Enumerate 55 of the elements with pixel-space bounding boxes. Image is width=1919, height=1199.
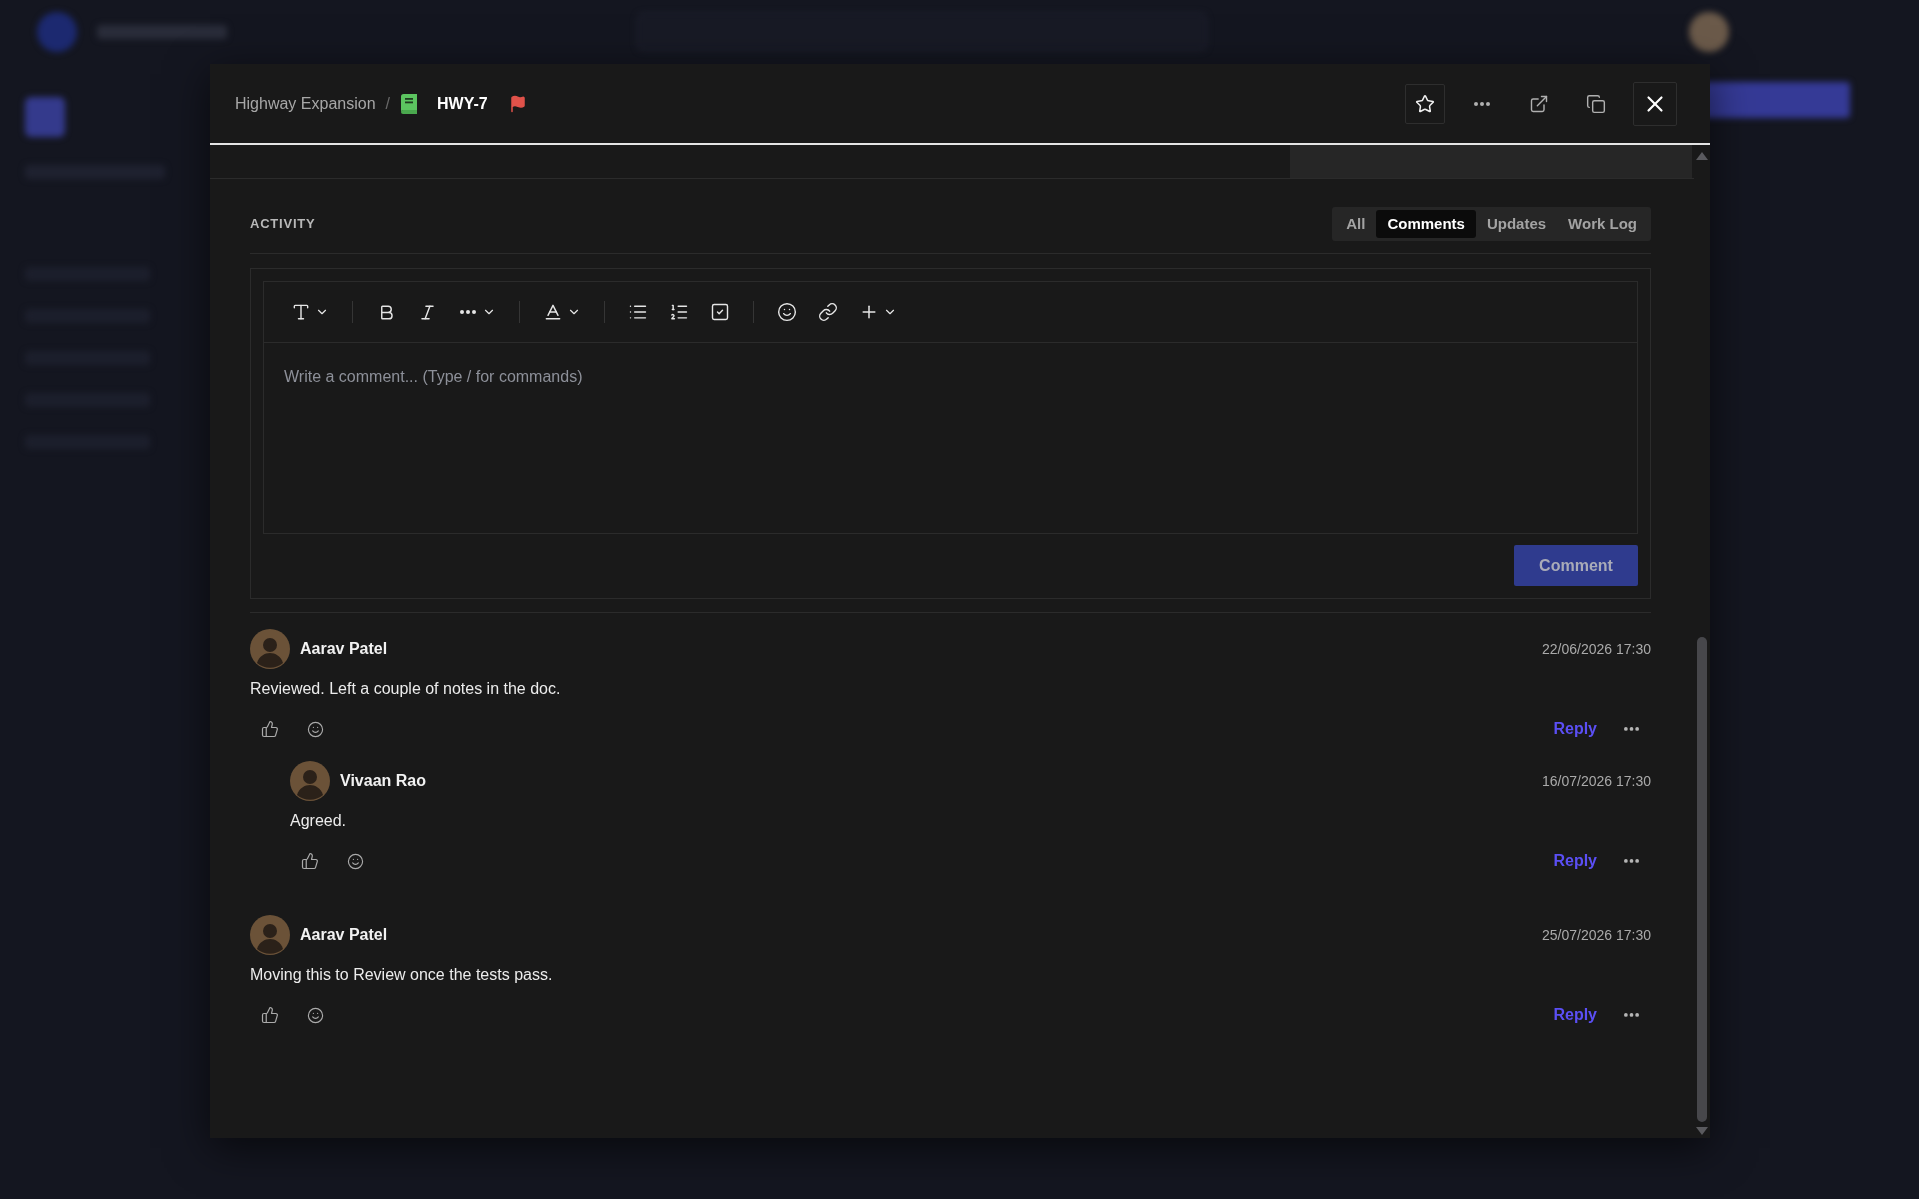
blurred-logo <box>37 12 77 52</box>
section-title: ACTIVITY <box>250 215 316 234</box>
avatar-silhouette-icon <box>250 629 290 669</box>
blurred-avatar <box>1689 12 1729 52</box>
activity-tab[interactable]: All <box>1335 210 1377 238</box>
issue-key: HWY-7 <box>437 91 488 116</box>
smiley-icon <box>346 852 364 870</box>
smiley-icon <box>306 1006 324 1024</box>
comment-text: Moving this to Review once the tests pass. <box>250 965 553 985</box>
close-button[interactable] <box>1633 81 1677 126</box>
author-name: Aarav Patel <box>300 639 388 659</box>
comment-text: Agreed. <box>290 811 347 831</box>
comment-editor-field[interactable]: Write a comment... (Type / for commands) <box>263 281 1638 534</box>
scrollbar-thumb[interactable] <box>1697 637 1707 1122</box>
activity-tab[interactable]: Work Log <box>1557 210 1648 238</box>
breadcrumb-link[interactable]: Highway Expansion <box>235 91 376 116</box>
reply-link[interactable]: Reply <box>1553 1003 1597 1027</box>
smiley-icon <box>777 302 797 322</box>
ellipsis-icon <box>1623 859 1639 863</box>
avatar-silhouette-icon <box>250 915 290 955</box>
ellipsis-icon <box>1623 1013 1639 1017</box>
thumbs-up-icon <box>261 1006 279 1024</box>
ellipsis-icon <box>1474 101 1490 106</box>
scroll-down-arrow-icon[interactable] <box>1696 1127 1708 1135</box>
star-icon <box>1415 93 1435 114</box>
reply-link[interactable]: Reply <box>1553 717 1597 741</box>
reply-link[interactable]: Reply <box>1553 849 1597 873</box>
breadcrumb-separator: / <box>385 93 390 114</box>
copy-icon <box>1586 93 1606 114</box>
thumbs-up-icon <box>261 720 279 738</box>
comment-text: Reviewed. Left a couple of notes in the doc. <box>250 679 561 699</box>
smiley-icon <box>306 720 324 738</box>
avatar-silhouette-icon <box>290 761 330 801</box>
comment-timestamp: 22/06/2026 17:30 <box>1542 639 1651 659</box>
author-name: Vivaan Rao <box>340 771 426 791</box>
scroll-up-arrow-icon[interactable] <box>1696 152 1708 160</box>
ellipsis-icon <box>1623 727 1639 731</box>
checkbox-icon <box>710 302 730 322</box>
flag-icon <box>508 94 527 113</box>
activity-tab[interactable]: Updates <box>1475 210 1558 238</box>
book-icon <box>400 93 418 114</box>
thumbs-up-icon <box>301 852 319 870</box>
author-name: Aarav Patel <box>300 925 388 945</box>
activity-tab[interactable]: Comments <box>1376 210 1476 238</box>
numbered-list-icon <box>669 302 689 322</box>
link-icon <box>818 302 838 322</box>
star-button[interactable] <box>1405 83 1445 124</box>
text-color-icon <box>543 302 563 322</box>
ellipsis-icon <box>460 310 476 314</box>
comment-timestamp: 16/07/2026 17:30 <box>1542 771 1651 791</box>
external-link-icon <box>1529 93 1549 114</box>
blurred-workspace-icon <box>25 97 65 137</box>
text-style-icon <box>291 302 311 322</box>
comment-timestamp: 25/07/2026 17:30 <box>1542 925 1651 945</box>
bullet-list-icon <box>628 302 648 322</box>
